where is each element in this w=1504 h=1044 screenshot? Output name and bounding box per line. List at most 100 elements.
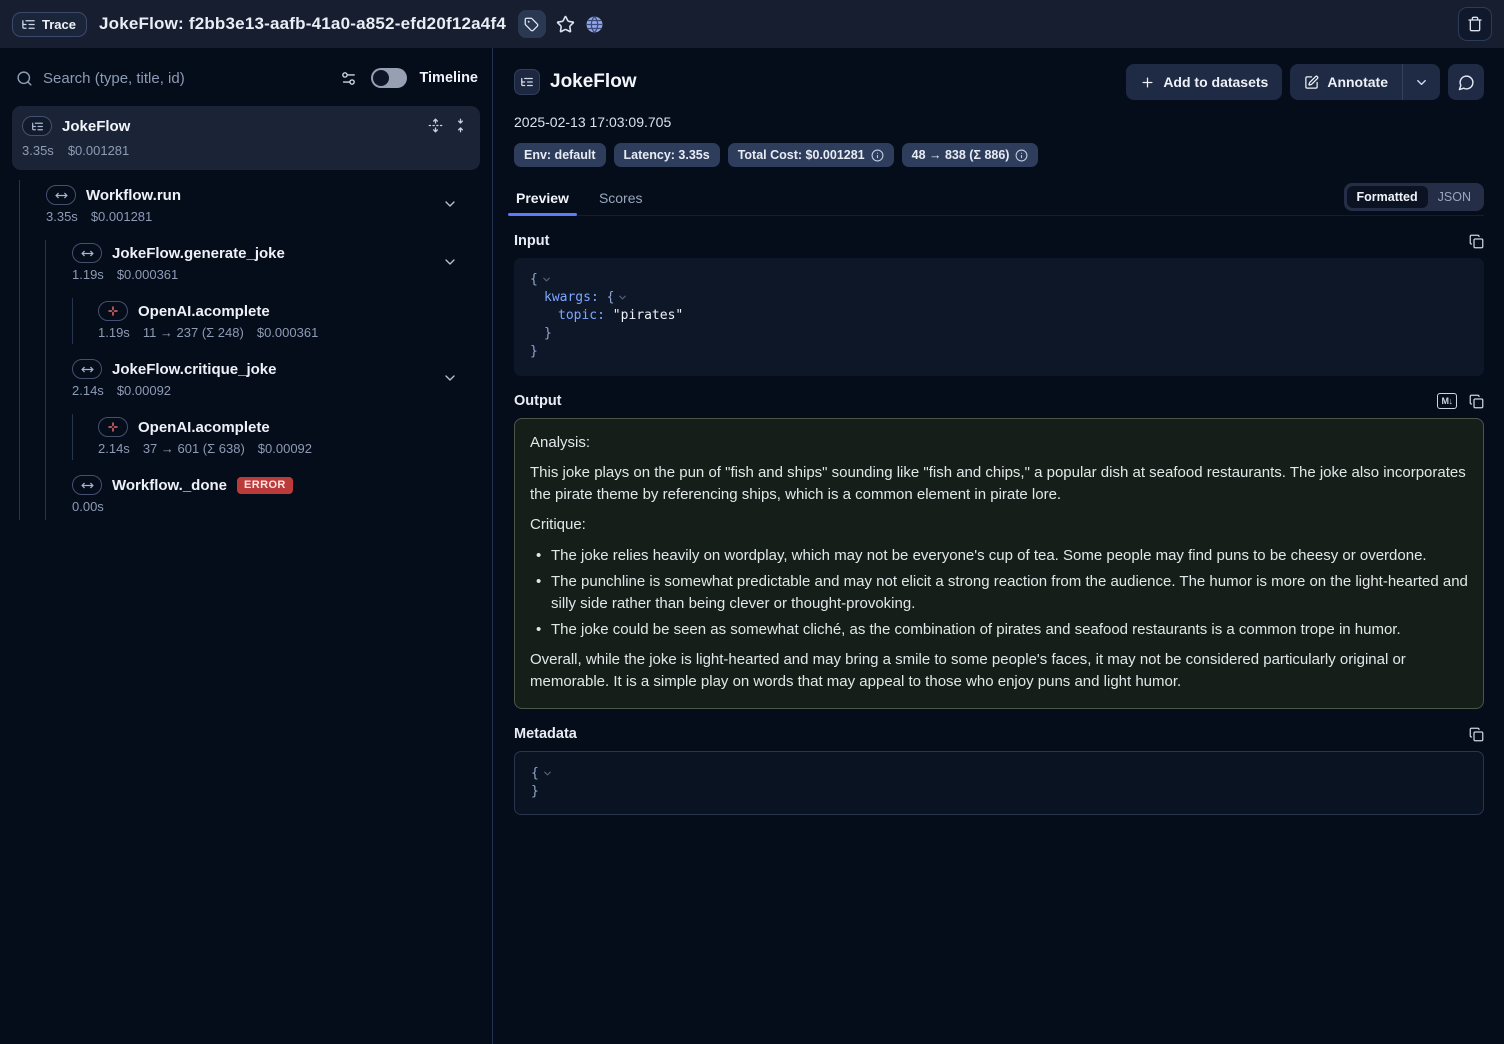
row-cost: $0.00092 [117,383,171,398]
markdown-toggle-icon[interactable]: M↓ [1437,393,1457,409]
timeline-toggle-label: Timeline [419,70,478,86]
filter-settings-icon[interactable] [340,70,357,87]
generation-type-icon [98,301,128,321]
tree-row-title: OpenAI.acomplete [138,419,270,436]
collapse-caret-icon[interactable] [542,768,553,779]
output-bullet-item: The punchline is somewhat predictable an… [530,571,1468,615]
row-latency: 2.14s [72,383,104,398]
expand-all-button[interactable] [428,118,443,133]
observation-tree: Workflow.run 3.35s $0.001281 JokeFlow.ge… [0,174,492,516]
output-markdown-viewer: Analysis: This joke plays on the pun of … [514,418,1484,709]
trace-header-icon [514,69,540,95]
token-usage-badge: 48 → 838 (Σ 886) [902,143,1039,167]
span-type-icon [72,243,102,263]
copy-icon[interactable] [1469,727,1484,742]
collapse-row-button[interactable] [442,196,458,212]
row-tokens: 37 → 601 (Σ 638) [143,441,245,456]
format-toggle-json[interactable]: JSON [1428,186,1481,208]
collapse-caret-icon[interactable] [541,274,552,285]
tree-row-critique-joke[interactable]: JokeFlow.critique_joke 2.14s $0.00092 [0,358,492,400]
tree-row-workflow-run[interactable]: Workflow.run 3.35s $0.001281 [0,184,492,226]
tree-row-title: OpenAI.acomplete [138,303,270,320]
info-icon [871,149,884,162]
copy-icon[interactable] [1469,234,1484,249]
tag-button[interactable] [518,10,546,38]
trace-type-badge: Trace [12,12,87,37]
chevron-down-icon [442,196,458,212]
generation-pinwheel-icon [107,305,119,317]
trace-pill-icon [22,116,52,136]
page-title: JokeFlow [550,71,637,93]
star-button[interactable] [556,15,575,34]
tab-preview[interactable]: Preview [514,184,571,215]
json-brace: } [531,784,539,799]
chevron-down-icon [1414,75,1429,90]
timeline-toggle[interactable] [371,68,407,88]
generation-type-icon [98,417,128,437]
output-critique-label: Critique: [530,514,1468,536]
row-latency: 0.00s [72,499,104,514]
list-tree-icon [21,17,36,32]
add-to-datasets-label: Add to datasets [1163,74,1268,90]
root-cost: $0.001281 [68,143,129,158]
delete-trace-button[interactable] [1458,7,1492,41]
row-latency: 1.19s [98,325,130,340]
json-key: topic: [558,308,605,323]
annotate-dropdown-button[interactable] [1402,64,1440,100]
comments-button[interactable] [1448,64,1484,100]
info-icon [1015,149,1028,162]
row-cost: $0.000361 [257,325,318,340]
chevron-down-icon [442,254,458,270]
tree-root-jokeflow[interactable]: JokeFlow 3.35s $0.001281 [12,106,480,170]
list-tree-icon [31,120,44,133]
row-latency: 2.14s [98,441,130,456]
move-horizontal-icon [81,247,94,260]
tree-root-title: JokeFlow [62,118,130,135]
span-type-icon [46,185,76,205]
output-section-title: Output [514,393,562,409]
span-type-icon [72,475,102,495]
tree-guide-line [19,180,20,520]
tree-row-openai-acomplete-2[interactable]: OpenAI.acomplete 2.14s 37 → 601 (Σ 638) … [0,416,492,458]
list-tree-icon [520,75,534,89]
error-status-badge: ERROR [237,477,293,494]
search-input[interactable] [43,70,330,87]
output-analysis-label: Analysis: [530,432,1468,454]
plus-icon [1140,75,1155,90]
trace-badge-label: Trace [42,17,76,32]
input-section-title: Input [514,233,549,249]
pencil-square-icon [1304,75,1319,90]
metadata-json-viewer[interactable]: { } [514,751,1484,815]
public-visibility-button[interactable] [585,15,604,34]
collapse-row-button[interactable] [442,370,458,386]
search-icon [16,70,33,87]
add-to-datasets-button[interactable]: Add to datasets [1126,64,1282,100]
move-horizontal-icon [55,189,68,202]
output-bullet-item: The joke relies heavily on wordplay, whi… [530,545,1468,567]
trash-icon [1467,16,1483,32]
json-string-value: "pirates" [613,308,683,323]
message-circle-icon [1458,74,1475,91]
row-latency: 3.35s [46,209,78,224]
top-bar: Trace JokeFlow: f2bb3e13-aafb-41a0-a852-… [0,0,1504,48]
trace-timestamp: 2025-02-13 17:03:09.705 [514,114,1484,130]
collapse-caret-icon[interactable] [617,292,628,303]
total-cost-badge: Total Cost: $0.001281 [728,143,894,167]
copy-icon[interactable] [1469,394,1484,409]
tree-row-openai-acomplete-1[interactable]: OpenAI.acomplete 1.19s 11 → 237 (Σ 248) … [0,300,492,342]
tree-row-title: JokeFlow.generate_joke [112,245,285,262]
collapse-all-button[interactable] [453,118,468,133]
json-brace: { [607,290,615,305]
latency-badge: Latency: 3.35s [614,143,720,167]
trace-title: JokeFlow: f2bb3e13-aafb-41a0-a852-efd20f… [99,14,506,34]
tree-row-workflow-done[interactable]: Workflow._done ERROR 0.00s [0,474,492,516]
format-toggle: Formatted JSON [1344,183,1484,211]
tree-row-generate-joke[interactable]: JokeFlow.generate_joke 1.19s $0.000361 [0,242,492,284]
format-toggle-formatted[interactable]: Formatted [1347,186,1428,208]
tree-row-title: Workflow.run [86,187,181,204]
tab-scores[interactable]: Scores [597,184,645,215]
output-analysis-text: This joke plays on the pun of "fish and … [530,462,1468,506]
input-json-viewer[interactable]: { kwargs: { topic: "pirates" } } [514,258,1484,376]
collapse-row-button[interactable] [442,254,458,270]
annotate-button[interactable]: Annotate [1290,64,1402,100]
